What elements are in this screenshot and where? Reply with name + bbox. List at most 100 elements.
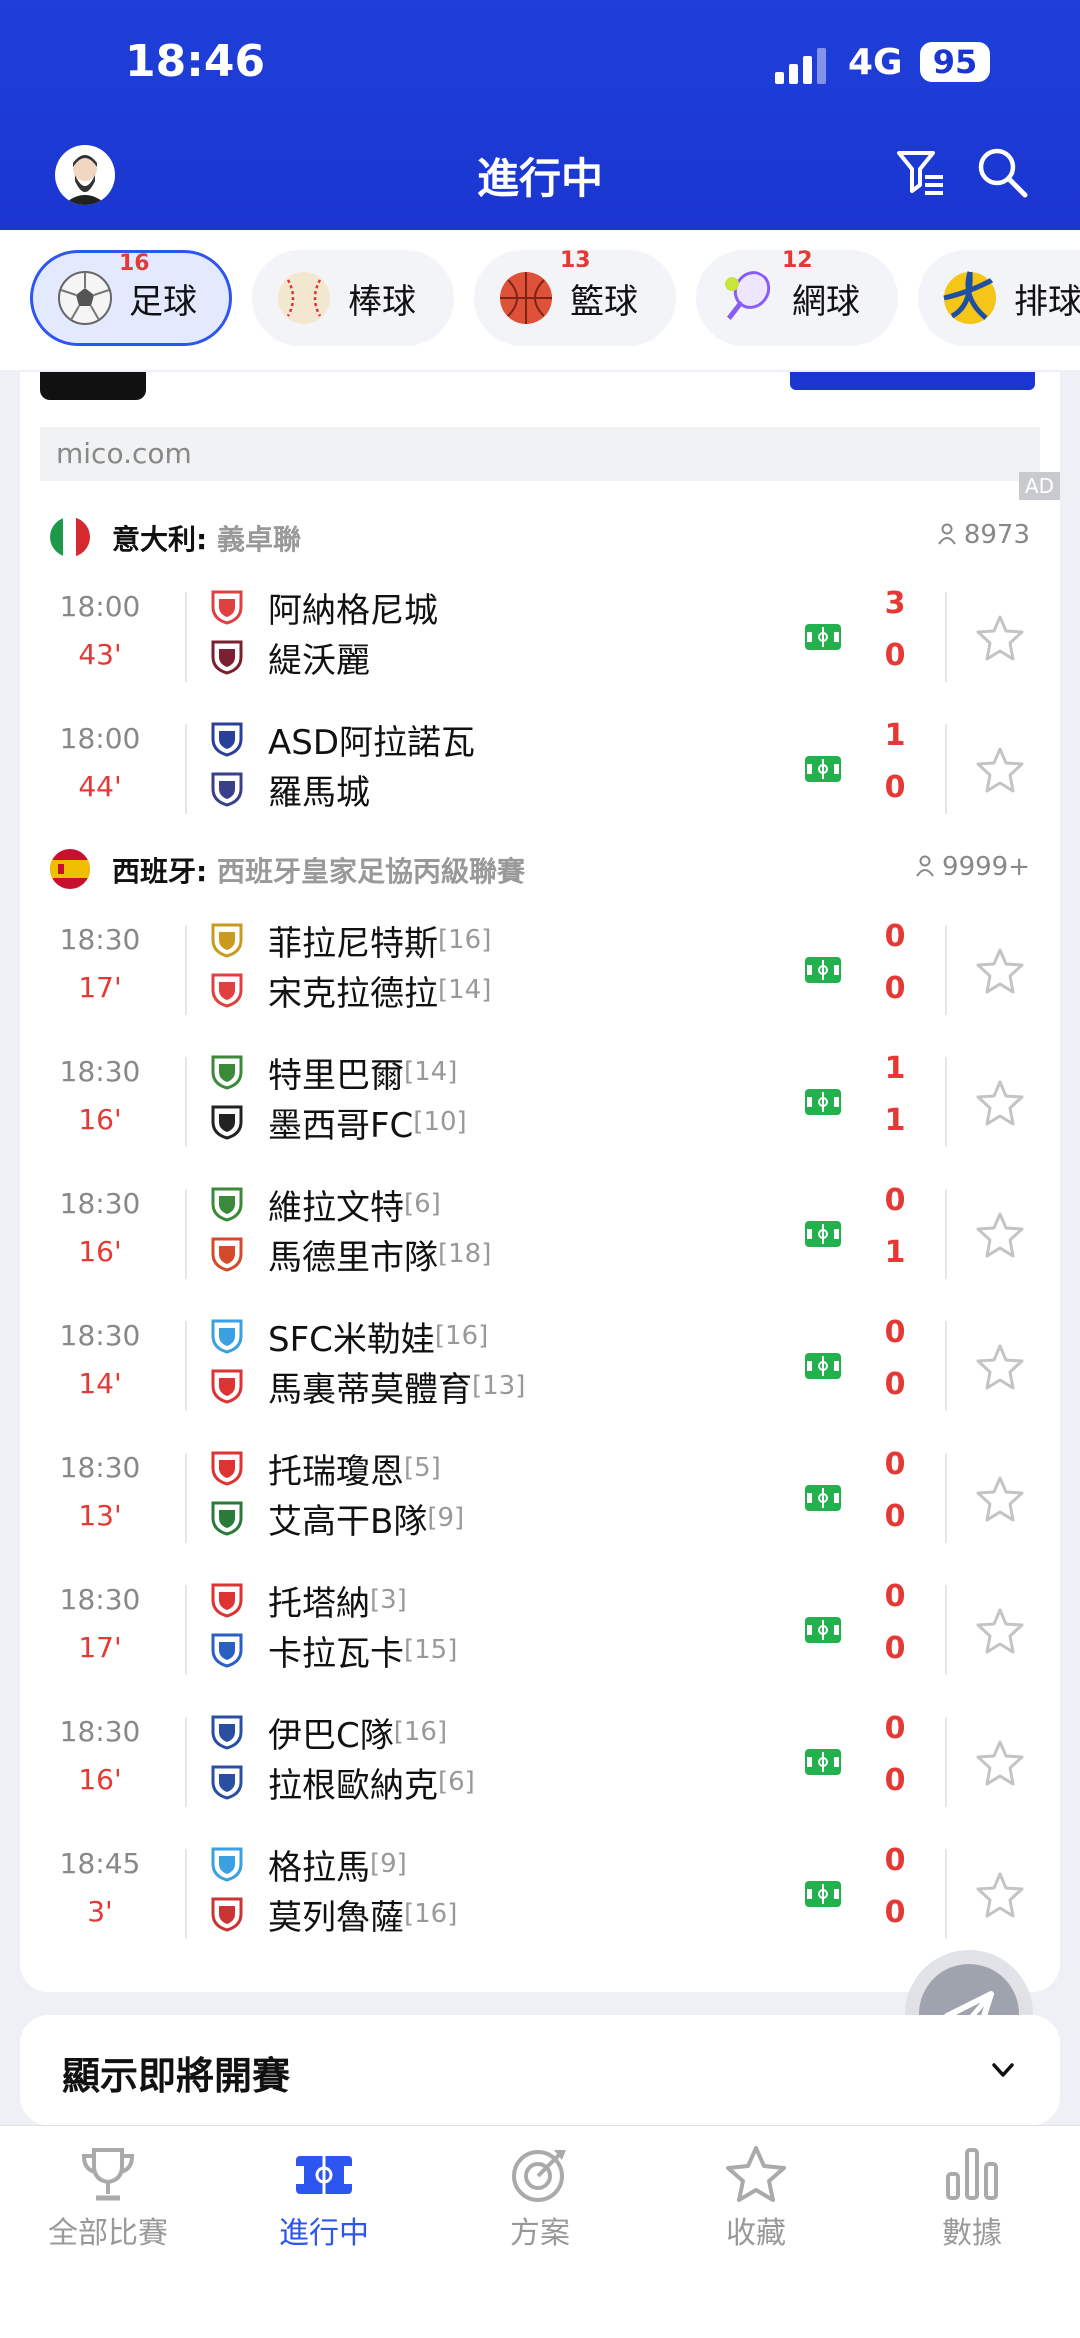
match-start-time: 18:30 — [59, 923, 141, 956]
home-team-name: 格拉馬 — [268, 1847, 370, 1888]
signal-icon — [775, 48, 826, 84]
live-pitch-icon[interactable] — [805, 1089, 841, 1115]
match-row[interactable]: 18:30 17' 菲拉尼特斯 [16] 宋克拉德拉 [14] 0 0 — [20, 905, 1060, 1036]
team-crest-icon — [211, 1055, 243, 1090]
search-icon[interactable] — [975, 145, 1031, 201]
divider — [185, 1849, 187, 1939]
home-score: 0 — [884, 1183, 906, 1218]
live-pitch-icon[interactable] — [805, 624, 841, 650]
tab-volleyball[interactable]: 排球 — [918, 250, 1080, 346]
nav-plans[interactable]: 方案 — [432, 2144, 648, 2252]
show-upcoming-button[interactable]: 顯示即將開賽 — [20, 2015, 1060, 2125]
top-header: 18:46 4G 95 進行中 — [0, 0, 1080, 230]
tab-football[interactable]: 16 足球 — [30, 250, 232, 346]
team-crest-icon — [211, 1583, 243, 1618]
divider — [945, 1849, 947, 1939]
favorite-star-icon[interactable] — [975, 1475, 1025, 1523]
match-row[interactable]: 18:30 14' SFC米勒娃 [16] 馬裏蒂莫體育 [13] 0 0 — [20, 1301, 1060, 1432]
match-start-time: 18:45 — [59, 1847, 141, 1880]
tab-tennis[interactable]: 12 網球 — [696, 248, 898, 346]
home-team-name: 維拉文特 — [268, 1187, 404, 1228]
nav-favorites[interactable]: 收藏 — [648, 2144, 864, 2252]
tab-label: 足球 — [129, 281, 197, 322]
divider — [945, 1189, 947, 1279]
favorite-star-icon[interactable] — [975, 614, 1025, 662]
nav-live[interactable]: 進行中 — [216, 2144, 432, 2252]
divider — [185, 1057, 187, 1147]
live-pitch-icon[interactable] — [805, 1749, 841, 1775]
match-start-time: 18:30 — [59, 1055, 141, 1088]
match-row[interactable]: 18:30 16' 維拉文特 [6] 馬德里市隊 [18] 0 1 — [20, 1169, 1060, 1300]
live-pitch-icon[interactable] — [805, 1881, 841, 1907]
nav-label: 方案 — [510, 2216, 570, 2251]
away-team-rank: [16] — [404, 1899, 458, 1929]
away-score: 0 — [884, 1895, 906, 1930]
away-score: 0 — [884, 638, 906, 673]
favorite-star-icon[interactable] — [975, 1079, 1025, 1127]
match-start-time: 18:30 — [59, 1451, 141, 1484]
nav-all-matches[interactable]: 全部比賽 — [0, 2144, 216, 2252]
away-team: 艾高干B隊 [9] — [210, 1495, 465, 1542]
home-team-rank: [6] — [404, 1189, 441, 1219]
match-row[interactable]: 18:00 44' ASD阿拉諾瓦 羅馬城 1 0 — [20, 704, 1060, 835]
league-name: 西班牙皇家足協丙級聯賽 — [216, 855, 525, 888]
live-field-icon — [296, 2156, 352, 2194]
viewer-count: 8973 — [963, 520, 1030, 550]
home-team-rank: [3] — [370, 1585, 407, 1615]
away-team-name: 墨西哥FC — [268, 1105, 414, 1146]
live-pitch-icon[interactable] — [805, 1353, 841, 1379]
home-score: 0 — [884, 1579, 906, 1614]
bottom-navigation: 全部比賽 進行中 方案 收藏 數據 — [0, 2125, 1080, 2338]
ad-url[interactable]: mico.com — [40, 427, 1040, 481]
nav-label: 進行中 — [279, 2216, 369, 2251]
home-score: 1 — [884, 718, 906, 753]
league-header[interactable]: 意大利: 義卓聯 8973 — [20, 502, 1060, 572]
divider — [185, 592, 187, 682]
home-team: 托瑞瓊恩 [5] — [210, 1445, 441, 1492]
home-team: 伊巴C隊 [16] — [210, 1709, 447, 1756]
match-row[interactable]: 18:30 16' 特里巴爾 [14] 墨西哥FC [10] 1 1 — [20, 1037, 1060, 1168]
away-team-name: 馬德里市隊 — [268, 1237, 438, 1278]
away-team-rank: [9] — [427, 1503, 465, 1533]
match-row[interactable]: 18:00 43' 阿納格尼城 緹沃麗 3 0 — [20, 572, 1060, 703]
favorite-star-icon[interactable] — [975, 1343, 1025, 1391]
nav-label: 收藏 — [726, 2216, 786, 2251]
live-pitch-icon[interactable] — [805, 1221, 841, 1247]
bar-chart-icon — [946, 2148, 998, 2200]
favorite-star-icon[interactable] — [975, 1211, 1025, 1259]
live-pitch-icon[interactable] — [805, 756, 841, 782]
away-team: 拉根歐納克 [6] — [210, 1759, 475, 1806]
filter-icon[interactable] — [893, 145, 949, 201]
match-row[interactable]: 18:30 13' 托瑞瓊恩 [5] 艾高干B隊 [9] 0 0 — [20, 1433, 1060, 1564]
match-row[interactable]: 18:30 17' 托塔納 [3] 卡拉瓦卡 [15] 0 0 — [20, 1565, 1060, 1696]
nav-label: 數據 — [942, 2216, 1002, 2251]
match-start-time: 18:30 — [59, 1715, 141, 1748]
away-team: 緹沃麗 — [210, 634, 370, 681]
ad-thumbnail[interactable] — [40, 372, 146, 400]
status-bar: 18:46 4G 95 — [0, 0, 1080, 130]
nav-data[interactable]: 數據 — [864, 2144, 1080, 2252]
tab-basketball[interactable]: 13 籃球 — [474, 248, 676, 346]
home-score: 0 — [884, 1711, 906, 1746]
live-pitch-icon[interactable] — [805, 1485, 841, 1511]
favorite-star-icon[interactable] — [975, 1871, 1025, 1919]
favorite-star-icon[interactable] — [975, 1607, 1025, 1655]
favorite-star-icon[interactable] — [975, 1739, 1025, 1787]
league-header[interactable]: 西班牙: 西班牙皇家足協丙級聯賽 9999+ — [20, 834, 1060, 904]
home-team-name: 菲拉尼特斯 — [268, 923, 438, 964]
spain-flag-icon — [50, 849, 90, 889]
home-score: 0 — [884, 919, 906, 954]
favorite-star-icon[interactable] — [975, 746, 1025, 794]
home-team: 格拉馬 [9] — [210, 1841, 407, 1888]
tab-baseball[interactable]: 棒球 — [252, 250, 454, 346]
team-crest-icon — [211, 1451, 243, 1486]
live-pitch-icon[interactable] — [805, 957, 841, 983]
status-time: 18:46 — [125, 36, 266, 87]
team-crest-icon — [211, 1633, 243, 1668]
ad-cta-button[interactable] — [790, 372, 1035, 390]
favorite-star-icon[interactable] — [975, 947, 1025, 995]
live-pitch-icon[interactable] — [805, 1617, 841, 1643]
match-row[interactable]: 18:45 3' 格拉馬 [9] 莫列魯薩 [16] 0 0 — [20, 1829, 1060, 1960]
match-row[interactable]: 18:30 16' 伊巴C隊 [16] 拉根歐納克 [6] 0 0 — [20, 1697, 1060, 1828]
tab-count: 13 — [560, 248, 591, 273]
